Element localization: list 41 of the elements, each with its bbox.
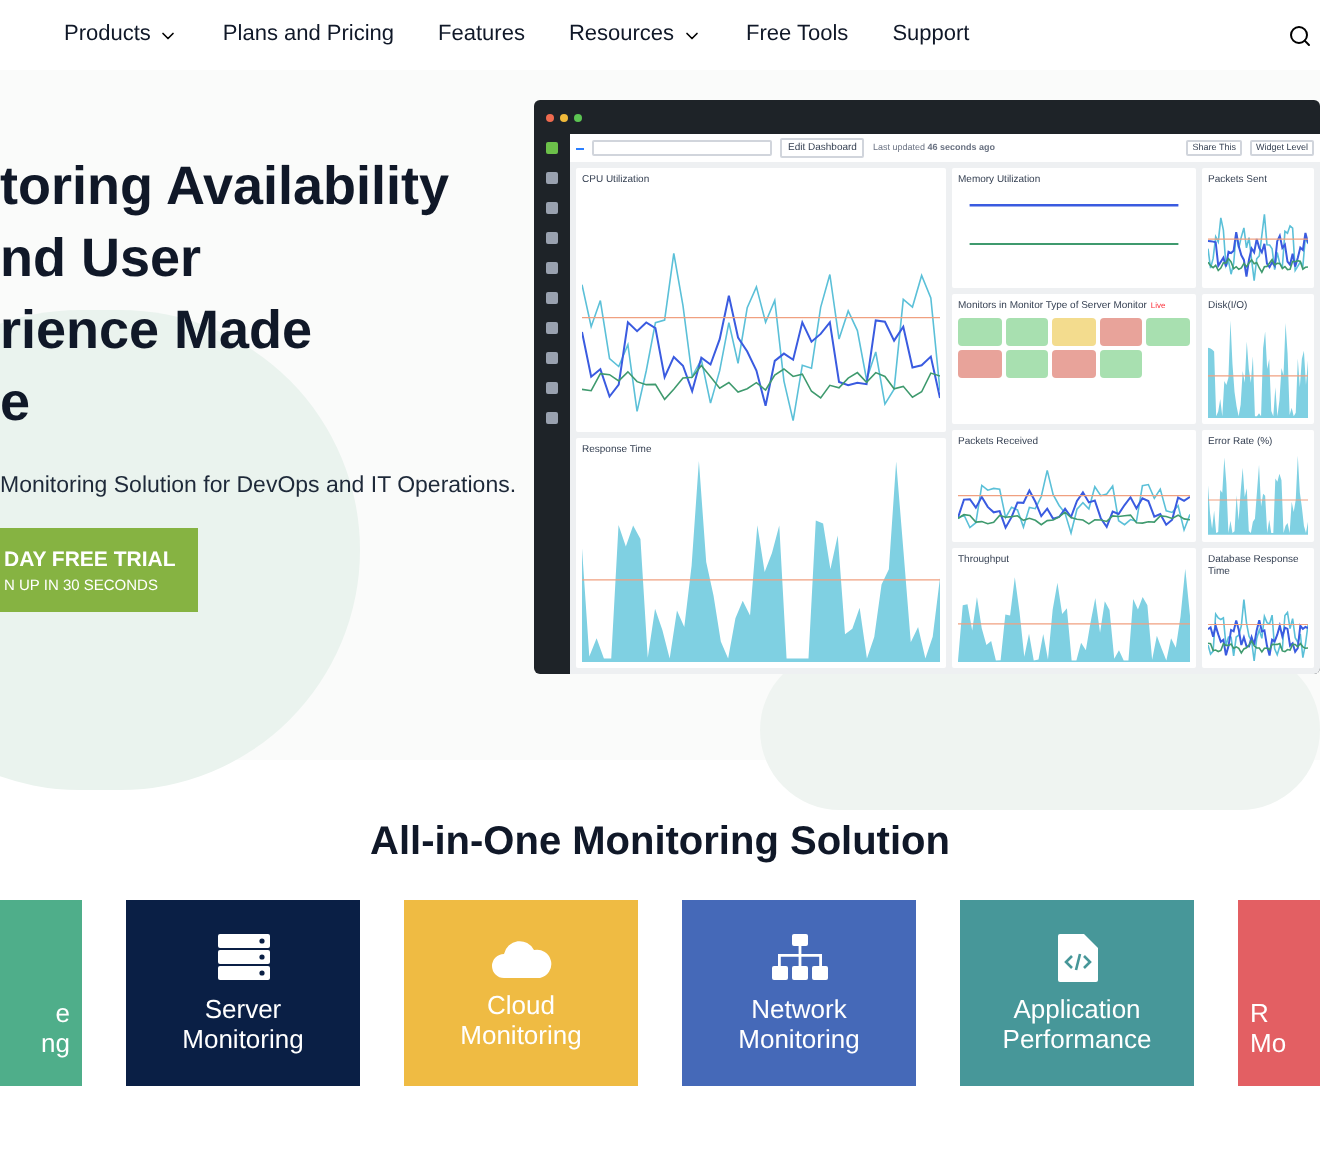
nav-link[interactable]: Support <box>892 18 970 52</box>
sidebar-nav-icon[interactable] <box>546 382 558 394</box>
solution-tile[interactable]: Network Monitoring <box>682 900 916 1086</box>
server-icon <box>217 933 269 981</box>
threshold-line <box>1208 238 1308 240</box>
threshold-line <box>1208 375 1308 377</box>
window-close-icon <box>546 113 554 121</box>
tile-label: Server Monitoring <box>182 993 304 1053</box>
search-icon[interactable] <box>1288 23 1312 47</box>
code-file-icon <box>1057 933 1097 981</box>
nav-link[interactable]: Products <box>64 18 151 52</box>
tile-label: Application Performance <box>1002 993 1152 1053</box>
area-series <box>1208 321 1308 419</box>
window-minimize-icon <box>560 113 568 121</box>
cloud-icon <box>491 937 551 977</box>
sidebar-nav-icon[interactable] <box>546 412 558 424</box>
sidebar-nav-icon[interactable] <box>546 322 558 334</box>
network-icon <box>771 933 827 981</box>
tile-label: R Mo <box>1250 997 1287 1057</box>
hero-headline: toring Availability nd User rience Made e <box>0 154 452 436</box>
sidebar-nav-icon[interactable] <box>546 292 558 304</box>
nav-link[interactable]: Plans and Pricing <box>222 18 395 52</box>
tile-label: Cloud Monitoring <box>460 989 582 1049</box>
solution-tile[interactable]: Server Monitoring <box>126 900 360 1086</box>
hero-subtitle: Monitoring Solution for DevOps and IT Operations. <box>0 472 519 502</box>
area-series <box>1208 456 1308 536</box>
sidebar-nav-icon[interactable] <box>546 172 558 184</box>
nav-link[interactable]: Features <box>438 18 525 52</box>
sidebar-nav-icon[interactable] <box>546 262 558 274</box>
threshold-line <box>1208 500 1308 502</box>
window-maximize-icon <box>574 113 582 121</box>
sidebar-nav-icon[interactable] <box>546 142 558 154</box>
threshold-line <box>1208 623 1308 625</box>
tile-label: e ng <box>41 997 70 1057</box>
sidebar-nav-icon[interactable] <box>546 202 558 214</box>
nav-link[interactable]: Resources <box>568 18 675 52</box>
sidebar-nav-icon[interactable] <box>546 232 558 244</box>
tile-label: Network Monitoring <box>738 993 860 1053</box>
sidebar-nav-icon[interactable] <box>546 352 558 364</box>
section-heading: All-in-One Monitoring Solution <box>368 818 952 868</box>
nav-link[interactable]: Free Tools <box>746 18 849 52</box>
